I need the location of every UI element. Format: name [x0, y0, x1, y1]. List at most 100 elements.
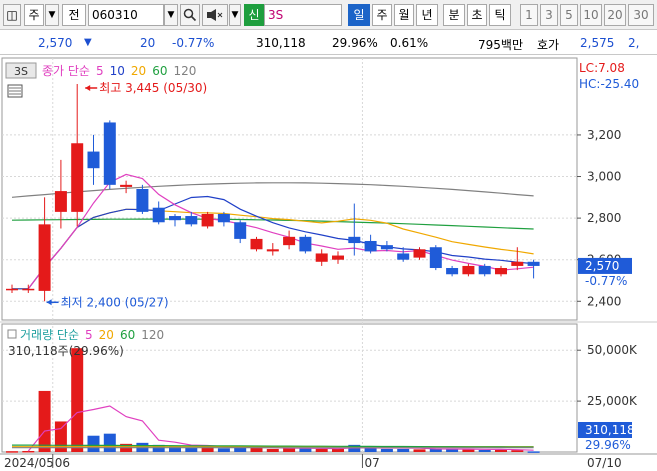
price-legend-item: 5 [96, 64, 104, 78]
volume-bar[interactable] [413, 449, 426, 452]
volume-bar[interactable] [87, 435, 100, 452]
current-price: 2,570 [38, 36, 73, 50]
stock-code-input[interactable]: 060310 [88, 4, 164, 26]
candle-body[interactable] [217, 213, 230, 223]
period-tab-week[interactable]: 주 [372, 4, 392, 26]
candle-body[interactable] [54, 191, 67, 212]
candle-body[interactable] [283, 236, 296, 246]
volume-legend-item: 120 [141, 328, 164, 342]
x-axis-label: 06 [55, 456, 70, 470]
turnover-ratio: 0.61% [390, 36, 429, 50]
candle-body[interactable] [332, 255, 344, 260]
candle-body[interactable] [511, 261, 524, 266]
market-type-dropdown-icon[interactable]: ▼ [45, 4, 59, 26]
candle-body[interactable] [120, 184, 133, 187]
minute-option-10[interactable]: 10 [580, 4, 602, 26]
candle-body[interactable] [446, 268, 459, 275]
volume-bar[interactable] [380, 448, 393, 452]
minute-option-1[interactable]: 1 [520, 4, 538, 26]
window-menu-icon[interactable]: ◫ [3, 4, 21, 26]
price-panel[interactable] [1, 57, 578, 321]
trade-amount: 795백만 [478, 38, 523, 52]
ask-price: 2,575 [580, 36, 615, 50]
candle-body[interactable] [299, 236, 312, 252]
candle-body[interactable] [397, 253, 410, 260]
candle-body[interactable] [152, 207, 165, 223]
period-tab-day[interactable]: 일 [348, 4, 370, 26]
candle-body[interactable] [495, 268, 507, 275]
bid-price: 2, [628, 36, 640, 50]
volume-bar[interactable] [478, 449, 491, 452]
volume-bar[interactable] [299, 448, 312, 452]
volume-bar[interactable] [332, 448, 344, 452]
volume-axis-label: 50,000K [587, 343, 638, 357]
candle-body[interactable] [413, 249, 426, 258]
low-price-note: 최저 2,400 (05/27) [61, 295, 169, 309]
period-tab-minute[interactable]: 분 [443, 4, 465, 26]
period-tab-month[interactable]: 월 [394, 4, 414, 26]
price-change: 20 [140, 36, 156, 50]
stock-chart-window: ◫ 주 ▼ 전 060310 ▼ ▼ 신 3S 일 주 월 년 분 초 틱 1 … [0, 0, 657, 471]
candle-body[interactable] [478, 265, 491, 275]
volume-panel-icon[interactable] [7, 329, 17, 339]
market-type-select[interactable]: 주 [24, 4, 44, 26]
candle-body[interactable] [462, 265, 475, 275]
price-volume-chart[interactable]: 2,4002,6002,8003,0003,20025,000K50,000K3… [0, 56, 657, 471]
period-tab-second[interactable]: 초 [467, 4, 487, 26]
candle-body[interactable] [364, 240, 377, 252]
candle-body[interactable] [22, 288, 35, 291]
minute-option-3[interactable]: 3 [540, 4, 558, 26]
candle-body[interactable] [380, 245, 393, 250]
volume-bar[interactable] [364, 448, 377, 452]
candle-body[interactable] [87, 151, 100, 169]
price-legend-item: 10 [110, 64, 125, 78]
toolbar: ◫ 주 ▼ 전 060310 ▼ ▼ 신 3S 일 주 월 년 분 초 틱 1 … [0, 0, 657, 30]
volume-bar[interactable] [217, 448, 230, 452]
candle-body[interactable] [103, 122, 116, 185]
volume-bar[interactable] [462, 449, 475, 452]
volume-bar[interactable] [185, 447, 198, 452]
candle-body[interactable] [136, 189, 149, 212]
volume-bar[interactable] [6, 451, 18, 453]
speaker-icon[interactable] [202, 4, 228, 26]
period-tab-year[interactable]: 년 [416, 4, 438, 26]
volume-bar[interactable] [397, 448, 410, 452]
stock-name-field[interactable]: 3S [264, 4, 342, 26]
down-arrow-icon: ▼ [84, 37, 92, 48]
candle-body[interactable] [527, 261, 540, 266]
minute-option-30[interactable]: 30 [628, 4, 654, 26]
candle-body[interactable] [429, 247, 442, 269]
x-axis-label: 07 [364, 456, 379, 470]
volume-ratio: 29.96% [332, 36, 378, 50]
volume-bar[interactable] [511, 450, 524, 452]
volume-bar[interactable] [495, 449, 507, 452]
candle-body[interactable] [348, 236, 361, 244]
candle-body[interactable] [71, 143, 84, 212]
sound-dropdown-icon[interactable]: ▼ [229, 4, 241, 26]
stock-code-dropdown-icon[interactable]: ▼ [164, 4, 178, 26]
volume-bar[interactable] [22, 450, 35, 453]
price-axis-label: 2,400 [587, 294, 621, 308]
volume-bar[interactable] [103, 433, 116, 452]
minute-option-20[interactable]: 20 [604, 4, 626, 26]
candle-body[interactable] [185, 216, 198, 225]
candle-body[interactable] [38, 224, 51, 291]
candle-body[interactable] [169, 216, 181, 221]
candle-body[interactable] [234, 222, 247, 239]
candle-body[interactable] [266, 249, 279, 252]
volume-bar[interactable] [527, 451, 540, 453]
volume-bar[interactable] [234, 447, 247, 452]
volume-bar[interactable] [71, 348, 84, 452]
candle-body[interactable] [315, 253, 328, 262]
volume-bar[interactable] [38, 390, 51, 452]
volume-bar[interactable] [315, 448, 328, 452]
candle-body[interactable] [6, 288, 18, 291]
candle-body[interactable] [201, 213, 214, 227]
candle-body[interactable] [250, 238, 263, 250]
search-icon[interactable] [180, 4, 200, 26]
minute-option-5[interactable]: 5 [560, 4, 578, 26]
period-tab-tick[interactable]: 틱 [489, 4, 511, 26]
volume-value-note: 310,118주(29.96%) [8, 344, 124, 358]
jeon-button[interactable]: 전 [62, 4, 86, 26]
volume-bar[interactable] [266, 448, 279, 452]
